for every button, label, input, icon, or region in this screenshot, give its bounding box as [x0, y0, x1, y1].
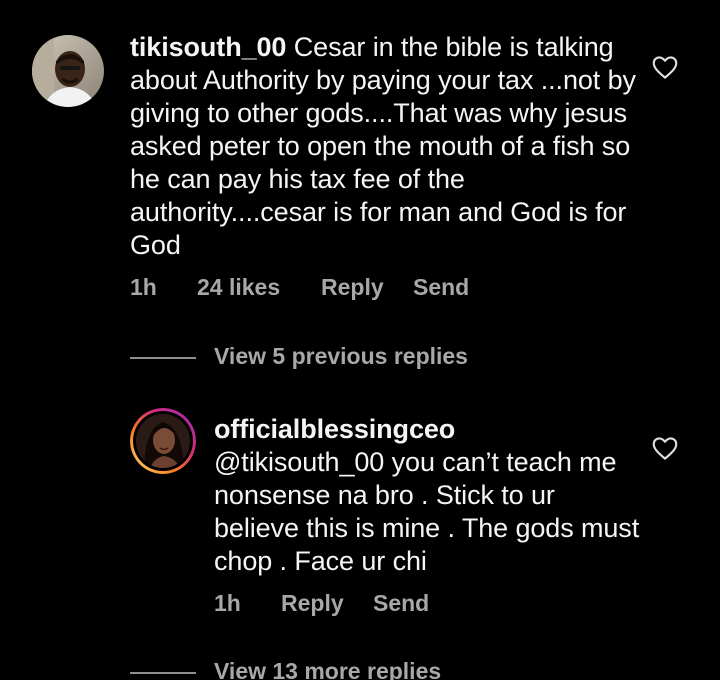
comment-time: 1h [214, 590, 241, 616]
comment-meta: 1h 24 likes Reply Send [130, 274, 490, 304]
view-previous-replies[interactable]: View 5 previous replies [130, 343, 530, 373]
view-more-replies-label[interactable]: View 13 more replies [214, 658, 441, 680]
likes-count[interactable]: 24 likes [197, 274, 280, 301]
avatar[interactable] [32, 35, 104, 107]
heart-icon[interactable] [650, 52, 680, 82]
comment-username[interactable]: officialblessingceo [214, 413, 644, 446]
comment-username[interactable]: tikisouth_00 [130, 32, 286, 62]
reply-button[interactable]: Reply [281, 590, 344, 617]
comment-text: officialblessingceo @tikisouth_00 you ca… [214, 413, 644, 578]
heart-icon[interactable] [650, 433, 680, 463]
view-previous-replies-label[interactable]: View 5 previous replies [214, 343, 468, 370]
send-button[interactable]: Send [373, 590, 429, 617]
view-more-replies[interactable]: View 13 more replies [130, 658, 530, 680]
avatar-story-ring[interactable] [130, 408, 196, 474]
user-photo-icon [32, 35, 104, 107]
comment-time: 1h [130, 274, 157, 300]
comment-body: Cesar in the bible is talking about Auth… [130, 32, 636, 260]
replies-divider [130, 357, 196, 359]
comment-meta: 1h Reply Send [214, 590, 474, 620]
comments-screen: tikisouth_00 Cesar in the bible is talki… [0, 0, 720, 680]
send-button[interactable]: Send [413, 274, 469, 301]
user-photo-icon [130, 408, 196, 474]
replies-divider [130, 672, 196, 674]
mention-link[interactable]: @tikisouth_00 [214, 447, 384, 477]
reply-button[interactable]: Reply [321, 274, 384, 301]
comment-text: tikisouth_00 Cesar in the bible is talki… [130, 31, 650, 262]
